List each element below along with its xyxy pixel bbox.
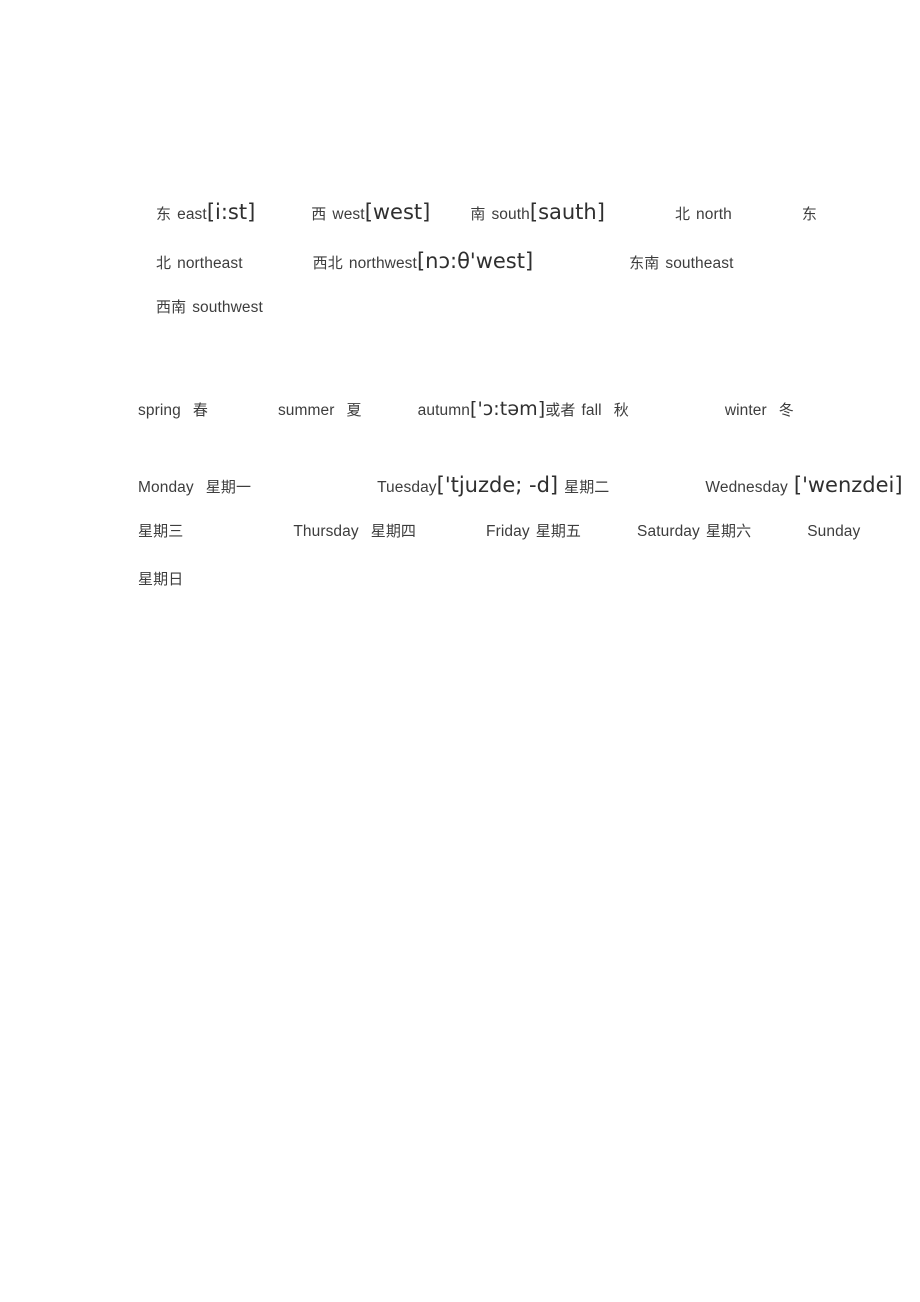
weekdays-line-2: 星期三 Thursday 星期四 Friday 星期五 Saturday 星期六 Sunday — [138, 524, 860, 540]
directions-line-2: 北 northeast 西北 northwest[nɔ:θ'west] 东南 southe… — [156, 251, 733, 272]
southwest-en-label: southwest — [192, 299, 263, 316]
wednesday-en-label: Wednesday — [705, 479, 788, 496]
west-en-label: west — [332, 206, 365, 223]
monday-en-label: Monday — [138, 479, 194, 496]
southeast-cn-label: 东南 — [629, 254, 660, 272]
wednesday-cn-label: 星期三 — [138, 522, 184, 540]
thursday-cn-label: 星期四 — [370, 522, 417, 540]
sunday-en-label: Sunday — [807, 523, 861, 540]
east-en-label: east — [177, 206, 207, 223]
tuesday-ipa-label: ['tjuzde; -d] — [436, 473, 559, 497]
southeast-en-label: southeast — [665, 255, 734, 272]
north-cn-label: 北 — [674, 205, 691, 223]
northwest-ipa-label: [nɔ:θ'west] — [416, 249, 534, 273]
spring-en-label: spring — [138, 402, 181, 419]
monday-cn-label: 星期一 — [205, 478, 252, 496]
summer-cn-label: 夏 — [346, 401, 362, 419]
directions-line-1: 东 east[i:st] 西 west[west] 南 south[sauth] 北 nort… — [156, 202, 817, 223]
south-cn-label: 南 — [470, 205, 486, 223]
fall-en-label: fall — [581, 402, 602, 419]
south-en-label: south — [491, 206, 530, 223]
spring-cn-label: 春 — [192, 401, 208, 419]
north-en-label: north — [696, 206, 732, 223]
saturday-cn-label: 星期六 — [705, 522, 752, 540]
southwest-cn-label: 西南 — [156, 298, 187, 316]
west-cn-label: 西 — [311, 205, 327, 223]
document-page: 东 east[i:st] 西 west[west] 南 south[sauth] 北 nort… — [0, 0, 920, 1302]
autumn-en-label: autumn — [417, 402, 470, 419]
northeast-cn-prefix-label: 东 — [801, 205, 817, 223]
south-ipa-label: [sauth] — [529, 200, 605, 224]
friday-en-label: Friday — [486, 523, 530, 540]
seasons-line-1: spring 春 summer 夏 autumn['ɔ:təm]或者 fall 秋 winte… — [138, 400, 794, 419]
northeast-cn-suffix-label: 北 — [156, 254, 172, 272]
weekdays-line-1: Monday 星期一 Tuesday['tjuzde; -d] 星期二 Wednesda… — [138, 475, 903, 496]
east-ipa-label: [i:st] — [206, 200, 256, 224]
saturday-en-label: Saturday — [637, 523, 700, 540]
northwest-en-label: northwest — [348, 255, 417, 272]
tuesday-cn-label: 星期二 — [564, 478, 610, 496]
autumn-alternative-label: 或者 — [545, 401, 576, 419]
east-cn-label: 东 — [156, 205, 172, 223]
weekdays-line-3: 星期日 — [138, 572, 183, 588]
winter-cn-label: 冬 — [778, 401, 794, 419]
autumn-cn-label: 秋 — [613, 401, 629, 419]
northeast-en-label: northeast — [177, 255, 243, 272]
sunday-cn-label: 星期日 — [138, 570, 184, 588]
friday-cn-label: 星期五 — [535, 522, 582, 540]
wednesday-ipa-label: ['wenzdei] — [793, 473, 903, 497]
northwest-cn-label: 西北 — [312, 254, 343, 272]
directions-line-3: 西南 southwest — [156, 300, 263, 316]
summer-en-label: summer — [277, 402, 335, 419]
tuesday-en-label: Tuesday — [377, 479, 437, 496]
thursday-en-label: Thursday — [293, 523, 359, 540]
autumn-ipa-label: ['ɔ:təm] — [469, 398, 546, 420]
winter-en-label: winter — [724, 402, 767, 419]
west-ipa-label: [west] — [364, 200, 431, 224]
